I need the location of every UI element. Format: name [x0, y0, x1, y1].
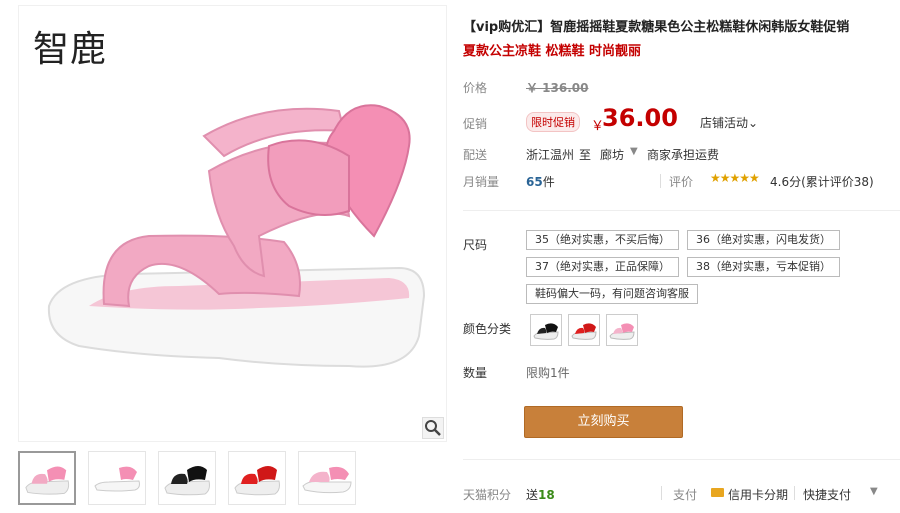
product-info: 【vip购优汇】智鹿摇摇鞋夏款糖果色公主松糕鞋休闲韩版女鞋促销 夏款公主凉鞋 松… — [463, 0, 900, 513]
zoom-icon[interactable] — [422, 417, 444, 439]
buy-now-button[interactable]: 立刻购买 — [524, 406, 683, 438]
divider — [661, 486, 662, 500]
quantity-limit: 限购1件 — [526, 366, 570, 380]
promo-badge: 限时促销 — [526, 112, 580, 132]
monthly-sales-value: 65件 — [526, 173, 555, 190]
promo-price: 36.00 — [602, 104, 678, 132]
star-rating-icon: ★★★★★ — [710, 171, 760, 185]
product-subtitle: 夏款公主凉鞋 松糕鞋 时尚靓丽 — [463, 44, 642, 59]
thumbnail-black-sandal[interactable] — [158, 451, 216, 505]
chevron-down-icon[interactable]: ▼ — [630, 146, 638, 157]
points-number: 18 — [538, 488, 555, 502]
thumbnail-pink-sandal-side[interactable] — [298, 451, 356, 505]
size-note[interactable]: 鞋码偏大一码，有问题咨询客服 — [526, 284, 698, 304]
monthly-sales-label: 月销量 — [463, 175, 500, 189]
color-swatch-black[interactable] — [530, 314, 562, 346]
size-option-35[interactable]: 35（绝对实惠，不买后悔） — [526, 230, 679, 250]
points-value: 送18 — [526, 486, 555, 503]
divider — [660, 174, 661, 188]
shipping-fee: 商家承担运费 — [647, 148, 720, 162]
credit-card-icon — [711, 488, 724, 497]
color-swatch-red[interactable] — [568, 314, 600, 346]
size-label: 尺码 — [463, 238, 488, 252]
product-gallery: 智鹿 — [10, 0, 447, 513]
shop-promo-dropdown[interactable]: 店铺活动⌄ — [700, 114, 758, 131]
thumbnail-pink-sandal[interactable] — [18, 451, 76, 505]
color-label: 颜色分类 — [463, 322, 512, 336]
ship-to-word: 至 — [579, 148, 592, 162]
thumbnail-red-sandal[interactable] — [228, 451, 286, 505]
brand-logo: 智鹿 — [33, 29, 108, 70]
original-price: ￥ 136.00 — [526, 81, 589, 95]
section-divider — [463, 459, 900, 460]
product-title: 【vip购优汇】智鹿摇摇鞋夏款糖果色公主松糕鞋休闲韩版女鞋促销 — [463, 20, 850, 35]
quantity-label: 数量 — [463, 366, 488, 380]
quick-payment[interactable]: 快捷支付 — [803, 486, 851, 503]
shipping-label: 配送 — [463, 148, 488, 162]
thumbnail-strip — [18, 451, 356, 505]
sales-count: 65 — [526, 175, 543, 189]
size-option-37[interactable]: 37（绝对实惠，正品保障） — [526, 257, 679, 277]
main-product-image[interactable]: 智鹿 — [18, 5, 447, 442]
size-option-38[interactable]: 38（绝对实惠，亏本促销） — [687, 257, 840, 277]
chevron-down-icon[interactable]: ▼ — [870, 486, 878, 497]
points-prefix: 送 — [526, 488, 539, 502]
price-label: 价格 — [463, 81, 488, 95]
credit-card-installment[interactable]: 信用卡分期 — [728, 486, 788, 503]
points-label: 天猫积分 — [463, 488, 512, 502]
rating-summary-link[interactable]: 4.6分(累计评价38) — [770, 173, 874, 190]
ship-from: 浙江温州 — [526, 148, 575, 162]
payment-label: 支付 — [673, 488, 698, 502]
ship-to-select[interactable]: 廊坊 — [600, 146, 624, 163]
divider — [794, 486, 795, 500]
promo-label: 促销 — [463, 117, 488, 131]
color-swatch-pink[interactable] — [606, 314, 638, 346]
size-option-36[interactable]: 36（绝对实惠，闪电发货） — [687, 230, 840, 250]
rating-label: 评价 — [669, 175, 694, 189]
sales-unit: 件 — [542, 175, 555, 189]
section-divider — [463, 210, 900, 211]
thumbnail-white-pink-sandal[interactable] — [88, 451, 146, 505]
